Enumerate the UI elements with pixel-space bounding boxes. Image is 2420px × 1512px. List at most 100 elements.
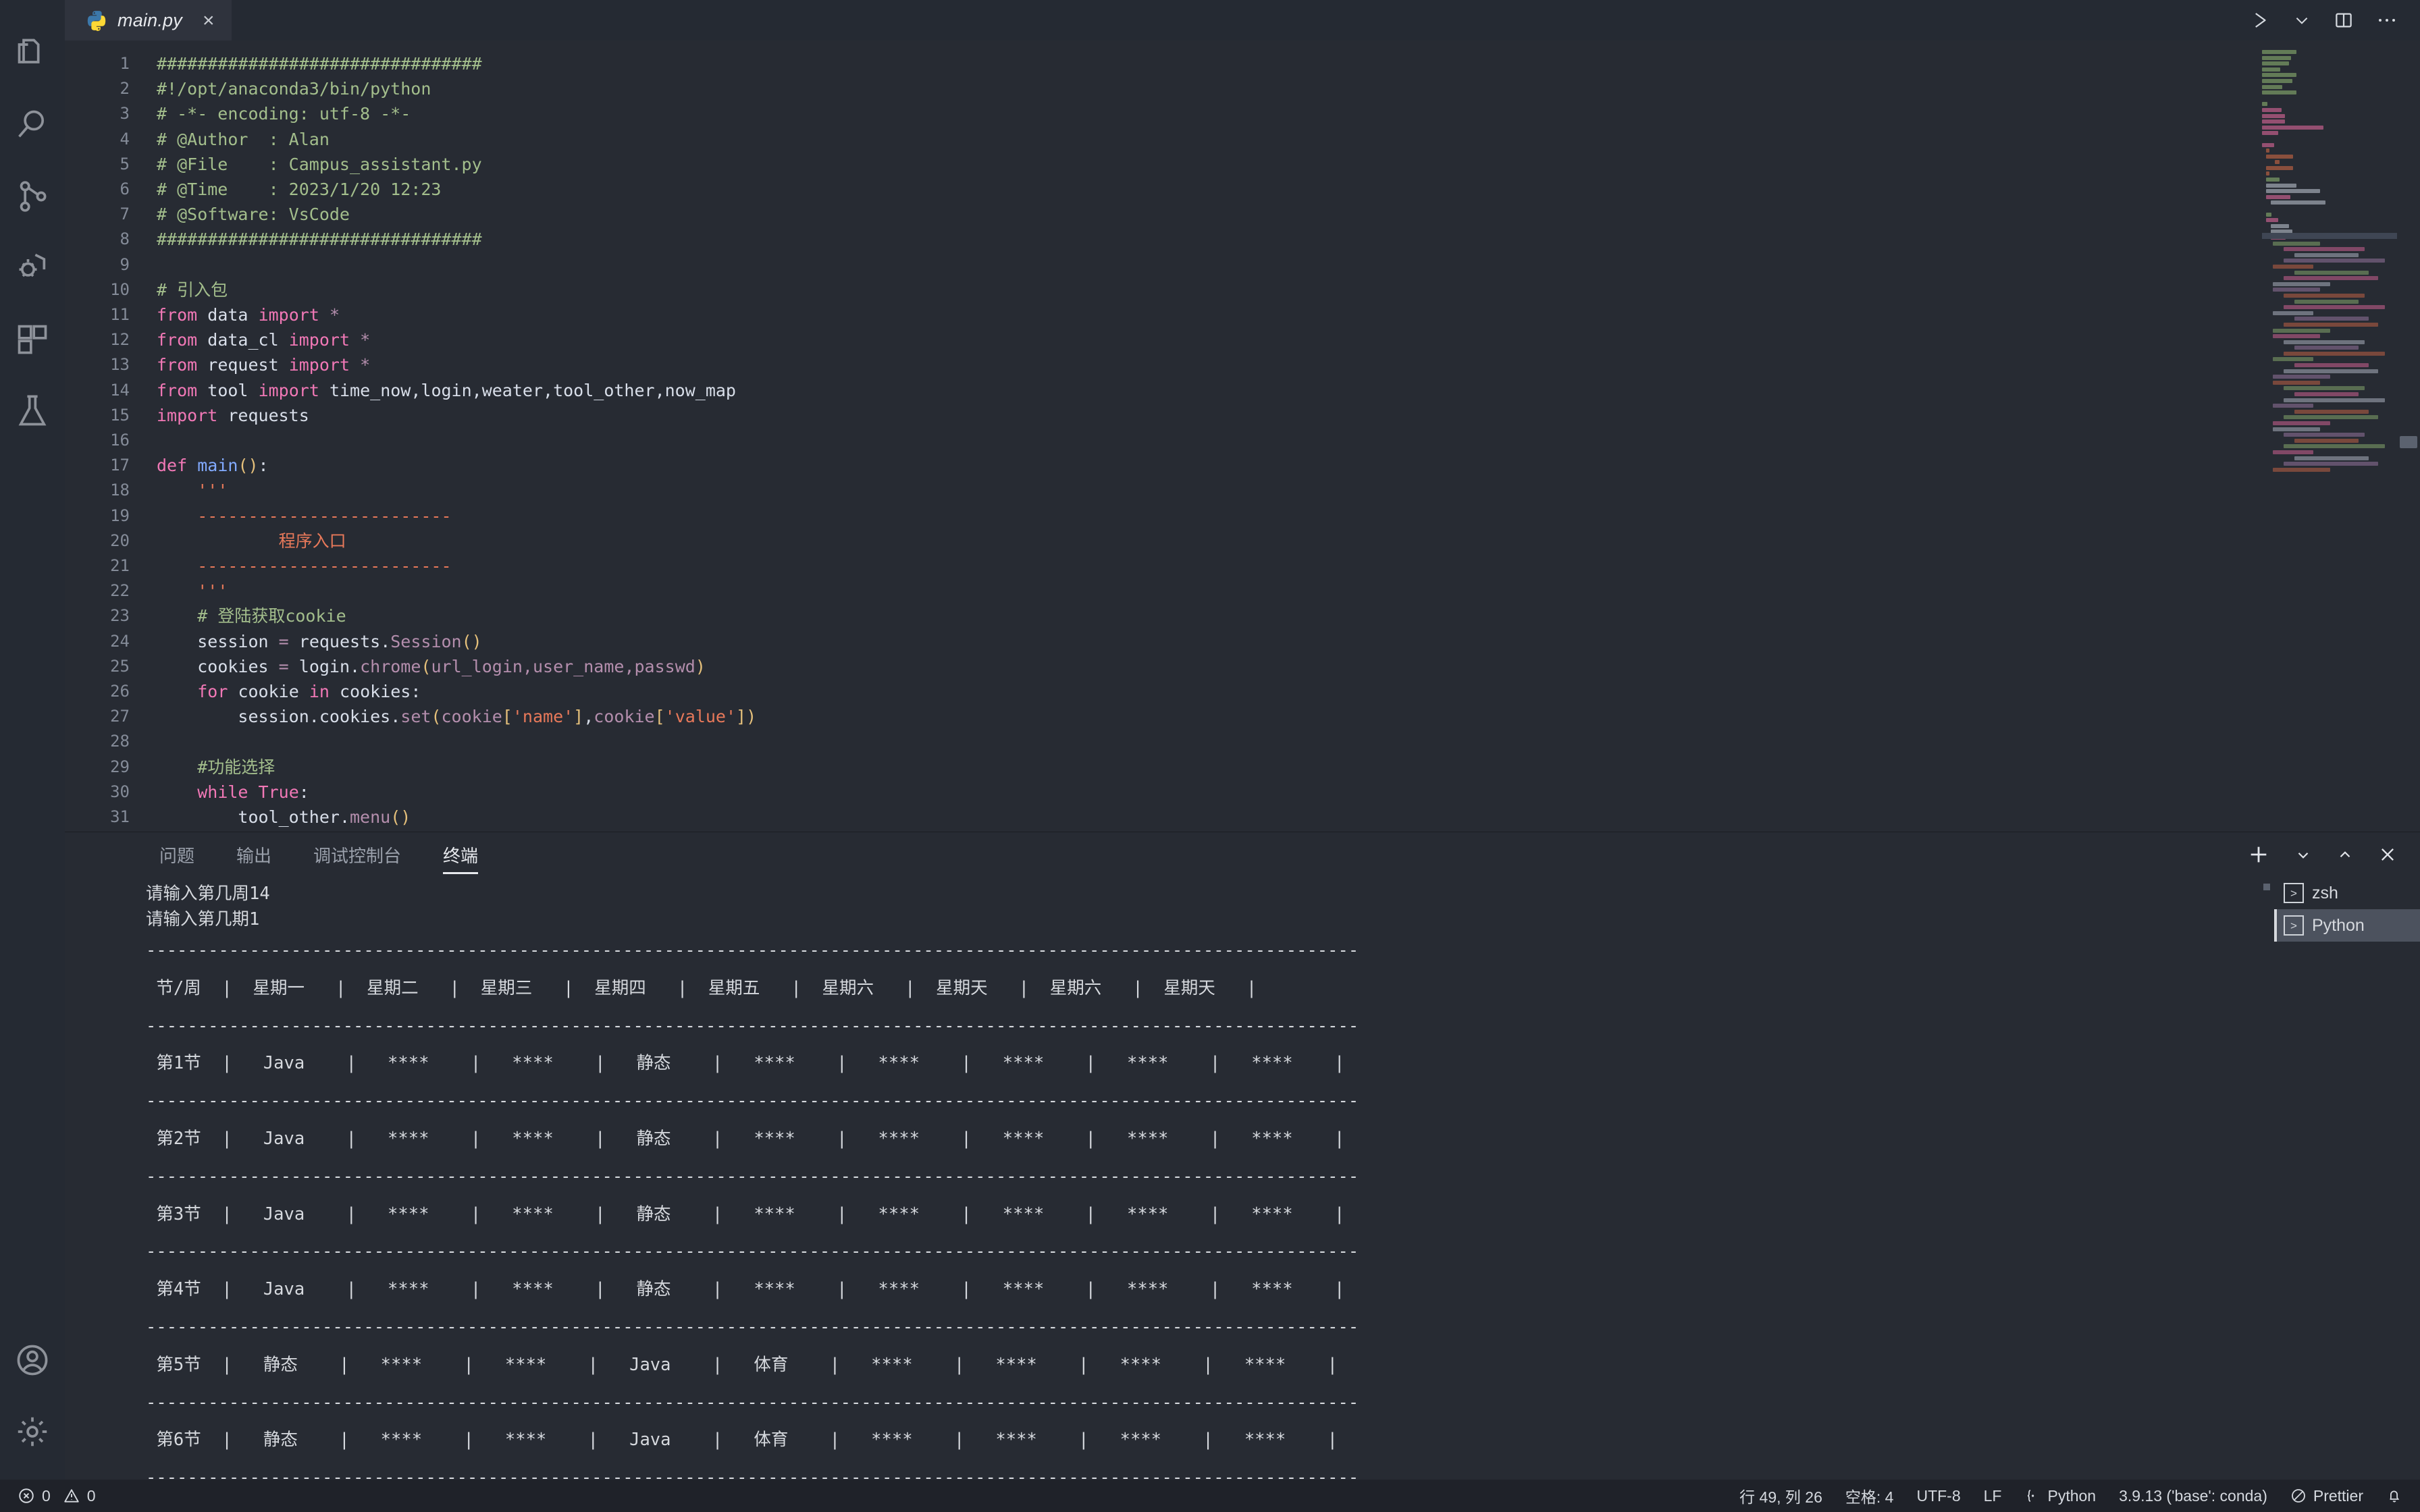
editor-vertical-scrollbar[interactable]: [2397, 40, 2420, 832]
status-problems[interactable]: 0 0: [18, 1487, 96, 1505]
maximize-panel-button[interactable]: [2336, 846, 2354, 863]
minimap-line: [2275, 160, 2280, 165]
status-encoding[interactable]: UTF-8: [1916, 1487, 1960, 1505]
minimap-line: [2273, 357, 2313, 362]
panel-tab-output[interactable]: 输出: [223, 842, 285, 874]
terminal-output[interactable]: 请输入第几周14 请输入第几期1 -----------------------…: [65, 874, 2274, 1480]
line-number: 15: [110, 405, 130, 425]
panel-tab-terminal[interactable]: 终端: [429, 842, 492, 874]
prettier-no-icon: [2291, 1489, 2305, 1503]
tab-close-icon[interactable]: ×: [203, 10, 215, 31]
minimap-line: [2262, 207, 2397, 211]
code-line[interactable]: # 引入包: [139, 277, 2420, 302]
code-line[interactable]: while True:: [139, 780, 2420, 805]
code-content[interactable]: ################################ #!/opt/a…: [139, 40, 2420, 832]
panel-tab-problems[interactable]: 问题: [146, 842, 208, 874]
panel-tab-debug-console[interactable]: 调试控制台: [300, 842, 415, 874]
code-line[interactable]: [139, 252, 2420, 277]
status-notifications-bell[interactable]: [2386, 1488, 2402, 1504]
code-editor[interactable]: 1 2 3 4 5 6 7 8 9 10 11 12 13 14 15 16 17 18 19 20 21 22 23 24 2…: [65, 40, 2420, 832]
code-line[interactable]: from request import *: [139, 352, 2420, 377]
vscode-window: main.py × 1 2 3 4 5 6 7 8 9 10 11 12 13 …: [0, 0, 2420, 1512]
terminal-split-dropdown-icon[interactable]: [2294, 846, 2312, 863]
code-line[interactable]: from data import *: [139, 302, 2420, 327]
warning-count: 0: [86, 1486, 96, 1505]
code-line[interactable]: #!/opt/anaconda3/bin/python: [139, 76, 2420, 101]
code-line[interactable]: # 登陆获取cookie: [139, 603, 2420, 628]
code-line[interactable]: # -*- encoding: utf-8 -*-: [139, 101, 2420, 126]
minimap-line: [2266, 183, 2297, 188]
code-line[interactable]: ################################: [139, 51, 2420, 76]
minimap-line: [2262, 137, 2397, 141]
line-number: 1: [120, 54, 130, 73]
run-dropdown-chevron-icon[interactable]: [2293, 11, 2311, 29]
explorer-icon[interactable]: [11, 32, 53, 74]
code-line[interactable]: -------------------------: [139, 554, 2420, 578]
source-control-icon[interactable]: [11, 176, 53, 217]
code-line[interactable]: ''': [139, 478, 2420, 503]
terminal-list-item-zsh[interactable]: > zsh: [2274, 877, 2420, 909]
line-number: 12: [110, 330, 130, 350]
code-line[interactable]: def main():: [139, 453, 2420, 478]
extensions-icon[interactable]: [11, 319, 53, 360]
minimap[interactable]: [2262, 40, 2397, 832]
code-line[interactable]: #功能选择: [139, 755, 2420, 780]
minimap-line: [2262, 67, 2281, 72]
close-panel-button[interactable]: [2378, 845, 2397, 864]
code-line[interactable]: num = input('请选择: '): [139, 830, 2420, 832]
code-line[interactable]: # @File : Campus_assistant.py: [139, 152, 2420, 177]
accounts-icon[interactable]: [11, 1339, 53, 1381]
minimap-line: [2262, 61, 2289, 66]
code-line[interactable]: # @Software: VsCode: [139, 202, 2420, 227]
activity-bar-top-group: [11, 0, 53, 432]
scrollbar-thumb[interactable]: [2400, 436, 2417, 448]
status-cursor-position[interactable]: 行 49, 列 26: [1739, 1484, 1822, 1507]
terminal-scrollbar[interactable]: [2263, 884, 2270, 890]
code-line[interactable]: 程序入口: [139, 529, 2420, 554]
status-language-mode[interactable]: Python: [2024, 1487, 2096, 1505]
line-number: 29: [110, 757, 130, 776]
minimap-line: [2294, 252, 2359, 257]
editor-more-actions-button[interactable]: [2377, 16, 2397, 25]
terminal-list-item-python[interactable]: > Python: [2274, 909, 2420, 942]
new-terminal-button[interactable]: [2247, 843, 2270, 866]
code-line[interactable]: from tool import time_now,login,weater,t…: [139, 378, 2420, 403]
code-line[interactable]: -------------------------: [139, 504, 2420, 529]
minimap-line: [2284, 247, 2365, 252]
split-editor-right-button[interactable]: [2334, 10, 2354, 30]
code-line[interactable]: cookies = login.chrome(url_login,user_na…: [139, 654, 2420, 679]
terminal-list-label: zsh: [2312, 883, 2338, 902]
status-eol[interactable]: LF: [1984, 1487, 2002, 1505]
minimap-line: [2284, 293, 2365, 298]
run-python-file-button[interactable]: [2250, 10, 2270, 30]
code-line[interactable]: session = requests.Session(): [139, 629, 2420, 654]
search-icon[interactable]: [11, 104, 53, 146]
status-formatter[interactable]: Prettier: [2290, 1487, 2363, 1505]
settings-gear-icon[interactable]: [11, 1411, 53, 1453]
code-line[interactable]: # @Author : Alan: [139, 127, 2420, 152]
code-line[interactable]: import requests: [139, 403, 2420, 428]
status-python-interpreter[interactable]: 3.9.13 ('base': conda): [2119, 1487, 2267, 1505]
code-line[interactable]: for cookie in cookies:: [139, 679, 2420, 704]
status-indentation[interactable]: 空格: 4: [1845, 1484, 1894, 1507]
code-line[interactable]: # @Time : 2023/1/20 12:23: [139, 177, 2420, 202]
code-line[interactable]: ''': [139, 578, 2420, 603]
minimap-line: [2262, 55, 2292, 60]
code-line[interactable]: [139, 729, 2420, 754]
code-line[interactable]: session.cookies.set(cookie['name'],cooki…: [139, 704, 2420, 729]
code-line[interactable]: from data_cl import *: [139, 327, 2420, 352]
tab-main-py[interactable]: main.py ×: [65, 0, 232, 40]
run-debug-icon[interactable]: [11, 247, 53, 289]
line-number: 28: [110, 732, 130, 751]
minimap-line: [2284, 415, 2378, 420]
python-file-icon: [85, 9, 108, 32]
code-line[interactable]: tool_other.menu(): [139, 805, 2420, 830]
testing-icon[interactable]: [11, 390, 53, 432]
minimap-line: [2294, 346, 2359, 350]
minimap-line: [2273, 334, 2320, 339]
minimap-line: [2273, 241, 2320, 246]
code-line[interactable]: [139, 428, 2420, 453]
code-line[interactable]: ################################: [139, 227, 2420, 252]
terminal-prompt-lines: 请输入第几周14 请输入第几期1: [146, 884, 270, 929]
error-count: 0: [42, 1486, 51, 1505]
